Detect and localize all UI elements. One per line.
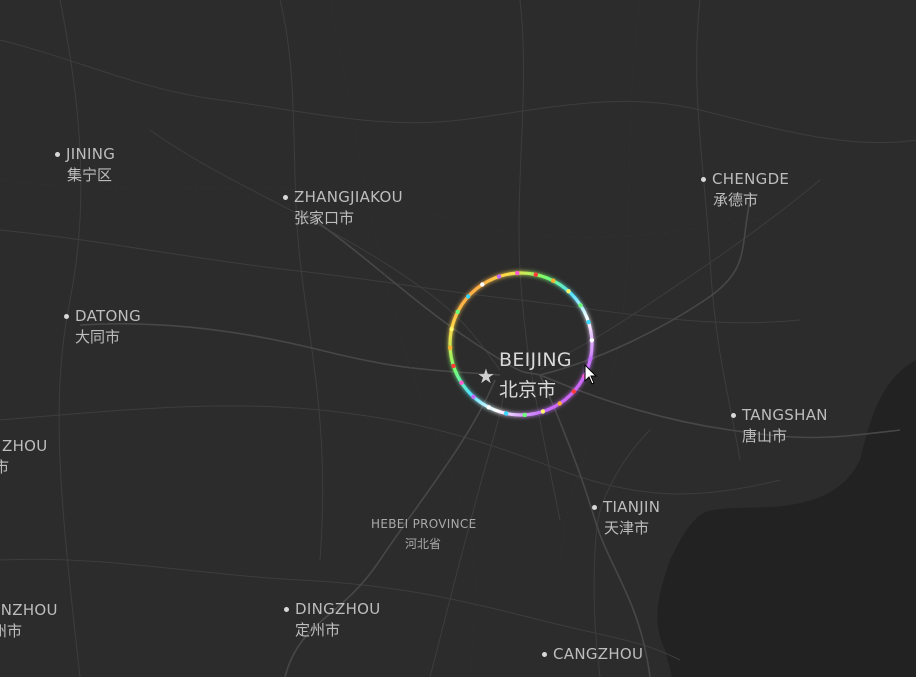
city-name-en: DINGZHOU xyxy=(295,600,381,618)
city-dot-icon xyxy=(701,177,706,182)
ring-dot xyxy=(496,274,502,279)
city-name-en: JINING xyxy=(66,145,116,163)
city-label-partial-left-mid[interactable]: ZHOU 市 xyxy=(0,439,48,475)
city-name-cn: 大同市 xyxy=(75,328,121,346)
city-name-en: ZHOU xyxy=(2,437,48,455)
city-name-en: INZHOU xyxy=(0,601,58,619)
city-label-datong[interactable]: DATONG 大同市 xyxy=(64,309,141,345)
ring-dot xyxy=(451,363,456,369)
city-dot-icon xyxy=(55,152,60,157)
star-icon: ★ xyxy=(477,364,495,388)
ring-dot xyxy=(504,411,509,416)
ring-dot xyxy=(557,401,562,406)
city-label-tangshan[interactable]: TANGSHAN 唐山市 xyxy=(731,408,828,444)
city-name-cn: 天津市 xyxy=(604,519,650,537)
ring-dot xyxy=(578,303,583,308)
city-name-en: TIANJIN xyxy=(603,498,661,516)
city-name-en: DATONG xyxy=(75,307,141,325)
city-label-partial-left-bottom[interactable]: INZHOU 州市 xyxy=(0,603,58,639)
city-label-tianjin[interactable]: TIANJIN 天津市 xyxy=(592,500,660,536)
province-label-hebei: HEBEI PROVINCE 河北省 xyxy=(371,518,476,550)
ring-dot xyxy=(540,409,546,414)
city-name-cn: 定州市 xyxy=(295,621,341,639)
city-dot-icon xyxy=(592,505,597,510)
ring-dot xyxy=(589,338,595,343)
capital-name-cn: 北京市 xyxy=(499,379,557,401)
city-label-jining[interactable]: JINING 集宁区 xyxy=(55,147,115,183)
province-name-en: HEBEI PROVINCE xyxy=(371,517,477,531)
ring-dot xyxy=(447,345,453,350)
ring-dot xyxy=(449,327,454,332)
ring-dot xyxy=(515,270,520,276)
ring-dot xyxy=(571,389,576,394)
ring-dot xyxy=(455,309,460,314)
province-name-cn: 河北省 xyxy=(405,537,442,551)
ring-dot xyxy=(486,405,491,410)
ring-dot xyxy=(522,412,527,418)
city-name-cn: 集宁区 xyxy=(67,166,113,184)
city-name-en: CANGZHOU xyxy=(553,645,644,663)
city-dot-icon xyxy=(64,314,69,319)
city-name-en: CHENGDE xyxy=(712,170,790,188)
city-label-cangzhou[interactable]: CANGZHOU xyxy=(542,647,643,662)
city-name-cn: 张家口市 xyxy=(294,209,355,227)
city-dot-icon xyxy=(542,652,547,657)
city-name-cn: 承德市 xyxy=(713,191,759,209)
ring-dot xyxy=(566,289,571,294)
city-name-cn: 州市 xyxy=(0,622,23,640)
ring-dot xyxy=(533,272,538,277)
city-name-cn: 市 xyxy=(0,458,10,476)
capital-name-en: BEIJING xyxy=(499,349,572,371)
city-label-chengde[interactable]: CHENGDE 承德市 xyxy=(701,172,789,208)
ring-dot xyxy=(588,356,593,361)
ring-dot xyxy=(471,394,476,399)
city-name-en: TANGSHAN xyxy=(742,406,828,424)
city-label-zhangjiakou[interactable]: ZHANGJIAKOU 张家口市 xyxy=(283,190,403,226)
ring-dot xyxy=(466,294,471,299)
map-canvas[interactable]: JINING 集宁区 ZHANGJIAKOU 张家口市 CHENGDE 承德市 … xyxy=(0,0,916,677)
city-label-dingzhou[interactable]: DINGZHOU 定州市 xyxy=(284,602,381,638)
city-name-en: ZHANGJIAKOU xyxy=(294,188,403,206)
ring-dot xyxy=(551,278,556,283)
mouse-cursor-icon xyxy=(584,364,598,385)
city-name-cn: 唐山市 xyxy=(742,427,788,445)
city-dot-icon xyxy=(284,607,289,612)
city-dot-icon xyxy=(283,195,288,200)
city-dot-icon xyxy=(731,413,736,418)
ring-dot xyxy=(480,282,485,287)
ring-dot xyxy=(586,319,591,325)
capital-label-beijing[interactable]: BEIJING 北京市 xyxy=(499,351,572,400)
ring-dot xyxy=(459,380,464,385)
